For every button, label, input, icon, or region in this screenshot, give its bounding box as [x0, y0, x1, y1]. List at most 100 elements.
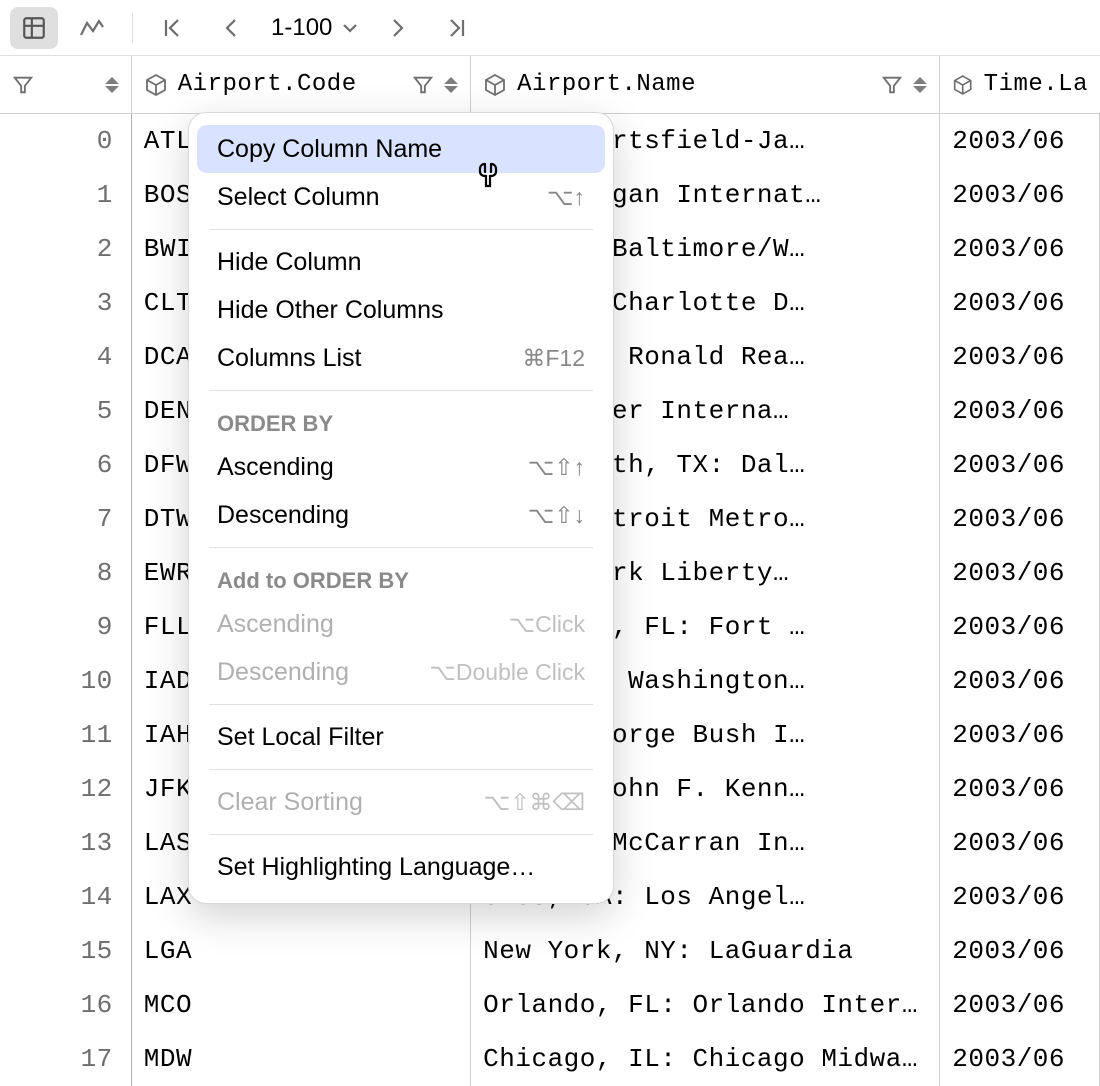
view-chart-button[interactable] — [68, 7, 116, 49]
cube-icon — [144, 73, 168, 97]
menu-divider — [209, 834, 593, 835]
menu-columns-list[interactable]: Columns List ⌘F12 — [197, 334, 605, 382]
menu-copy-column-name[interactable]: Copy Column Name — [197, 125, 605, 173]
cell-airport-code[interactable]: MCO — [132, 978, 471, 1032]
menu-label: Copy Column Name — [217, 135, 442, 164]
menu-label: Hide Column — [217, 248, 362, 277]
first-page-button[interactable] — [149, 7, 197, 49]
menu-divider — [209, 390, 593, 391]
menu-label: Descending — [217, 658, 349, 687]
last-page-button[interactable] — [432, 7, 480, 49]
row-number: 2 — [0, 222, 132, 276]
menu-label: Ascending — [217, 610, 334, 639]
chevron-right-icon — [389, 17, 407, 39]
cell-time[interactable]: 2003/06 — [940, 924, 1100, 978]
prev-page-button[interactable] — [207, 7, 255, 49]
menu-label: Clear Sorting — [217, 788, 363, 817]
cell-airport-code[interactable]: MDW — [132, 1032, 471, 1086]
row-number: 9 — [0, 600, 132, 654]
menu-label: Set Local Filter — [217, 723, 384, 752]
row-number: 13 — [0, 816, 132, 870]
line-chart-icon — [79, 17, 105, 39]
sort-icon — [444, 77, 458, 93]
cell-airport-code[interactable]: LGA — [132, 924, 471, 978]
sort-icon — [913, 77, 927, 93]
column-headers: Airport.Code Airport.Name Time.La — [0, 56, 1100, 114]
menu-hide-column[interactable]: Hide Column — [197, 238, 605, 286]
row-number: 4 — [0, 330, 132, 384]
toolbar-divider — [132, 13, 133, 43]
cube-icon — [952, 73, 973, 97]
row-number: 12 — [0, 762, 132, 816]
cell-time[interactable]: 2003/06 — [940, 708, 1100, 762]
row-number: 10 — [0, 654, 132, 708]
cell-airport-name[interactable]: New York, NY: LaGuardia — [471, 924, 940, 978]
row-number: 7 — [0, 492, 132, 546]
next-page-button[interactable] — [374, 7, 422, 49]
menu-label: Ascending — [217, 453, 334, 482]
column-title: Time.La — [984, 71, 1088, 98]
table-row[interactable]: 17MDWChicago, IL: Chicago Midwa…2003/06 — [0, 1032, 1100, 1086]
menu-hide-other-columns[interactable]: Hide Other Columns — [197, 286, 605, 334]
chevron-down-icon — [342, 22, 358, 34]
column-header-airport-code[interactable]: Airport.Code — [132, 56, 471, 113]
cell-time[interactable]: 2003/06 — [940, 762, 1100, 816]
cell-airport-name[interactable]: Chicago, IL: Chicago Midwa… — [471, 1032, 940, 1086]
filter-icon — [412, 74, 434, 96]
menu-label: Hide Other Columns — [217, 296, 443, 325]
cell-time[interactable]: 2003/06 — [940, 816, 1100, 870]
cell-time[interactable]: 2003/06 — [940, 168, 1100, 222]
menu-label: Select Column — [217, 183, 380, 212]
column-header-time[interactable]: Time.La — [940, 56, 1100, 113]
menu-set-highlighting-language[interactable]: Set Highlighting Language… — [197, 843, 605, 891]
row-number: 8 — [0, 546, 132, 600]
menu-shortcut: ⌘F12 — [522, 345, 585, 372]
table-icon — [21, 15, 47, 41]
column-header-airport-name[interactable]: Airport.Name — [471, 56, 940, 113]
cell-time[interactable]: 2003/06 — [940, 870, 1100, 924]
cell-time[interactable]: 2003/06 — [940, 384, 1100, 438]
cell-time[interactable]: 2003/06 — [940, 114, 1100, 168]
filter-icon — [12, 74, 34, 96]
row-number: 11 — [0, 708, 132, 762]
menu-select-column[interactable]: Select Column ⌥↑ — [197, 173, 605, 221]
cell-airport-name[interactable]: Orlando, FL: Orlando Inter… — [471, 978, 940, 1032]
rownum-header[interactable] — [0, 56, 132, 113]
menu-shortcut: ⌥⇧↓ — [528, 502, 585, 529]
table-row[interactable]: 16MCOOrlando, FL: Orlando Inter…2003/06 — [0, 978, 1100, 1032]
menu-label: Columns List — [217, 344, 362, 373]
menu-clear-sorting: Clear Sorting ⌥⇧⌘⌫ — [197, 778, 605, 826]
menu-section-add-orderby: Add to ORDER BY — [189, 556, 613, 600]
menu-set-local-filter[interactable]: Set Local Filter — [197, 713, 605, 761]
cube-icon — [483, 73, 507, 97]
sort-icon — [105, 77, 119, 93]
cell-time[interactable]: 2003/06 — [940, 654, 1100, 708]
menu-shortcut: ⌥⇧⌘⌫ — [484, 789, 585, 816]
view-table-button[interactable] — [10, 7, 58, 49]
cell-time[interactable]: 2003/06 — [940, 600, 1100, 654]
menu-order-desc[interactable]: Descending ⌥⇧↓ — [197, 491, 605, 539]
table-row[interactable]: 15LGANew York, NY: LaGuardia2003/06 — [0, 924, 1100, 978]
column-context-menu: Copy Column Name Select Column ⌥↑ Hide C… — [188, 112, 614, 904]
column-title: Airport.Code — [178, 71, 402, 98]
filter-icon — [881, 74, 903, 96]
menu-add-order-asc: Ascending ⌥Click — [197, 600, 605, 648]
cell-time[interactable]: 2003/06 — [940, 546, 1100, 600]
page-range-label: 1-100 — [271, 14, 332, 42]
page-range-dropdown[interactable]: 1-100 — [265, 14, 364, 42]
menu-section-orderby: ORDER BY — [189, 399, 613, 443]
menu-order-asc[interactable]: Ascending ⌥⇧↑ — [197, 443, 605, 491]
cell-time[interactable]: 2003/06 — [940, 438, 1100, 492]
row-number: 0 — [0, 114, 132, 168]
toolbar: 1-100 — [0, 0, 1100, 56]
last-page-icon — [445, 17, 467, 39]
cell-time[interactable]: 2003/06 — [940, 222, 1100, 276]
menu-label: Descending — [217, 501, 349, 530]
row-number: 14 — [0, 870, 132, 924]
cell-time[interactable]: 2003/06 — [940, 492, 1100, 546]
cell-time[interactable]: 2003/06 — [940, 276, 1100, 330]
menu-shortcut: ⌥⇧↑ — [528, 454, 585, 481]
cell-time[interactable]: 2003/06 — [940, 330, 1100, 384]
cell-time[interactable]: 2003/06 — [940, 1032, 1100, 1086]
cell-time[interactable]: 2003/06 — [940, 978, 1100, 1032]
